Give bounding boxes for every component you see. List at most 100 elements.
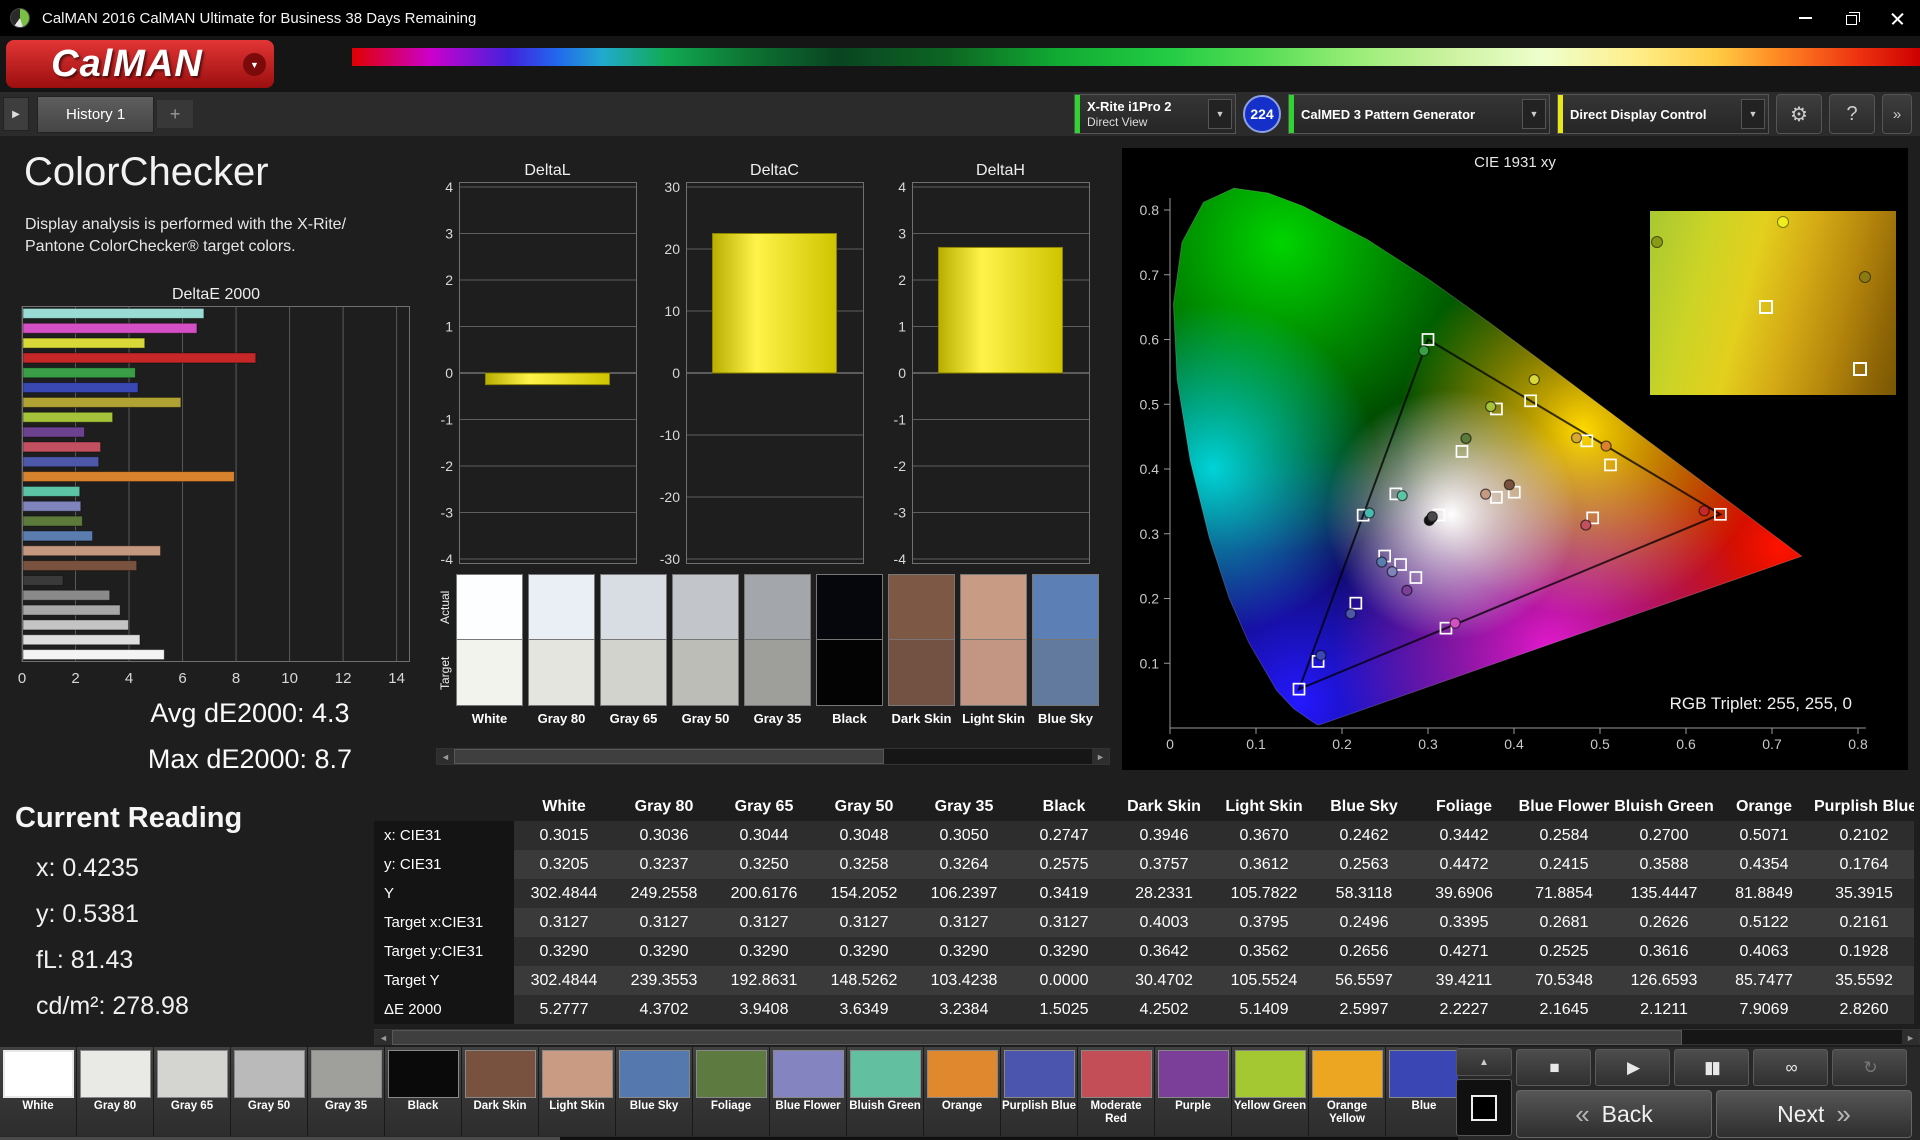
patch-orange-yellow[interactable]: Orange Yellow xyxy=(1309,1047,1386,1136)
table-cell: 4.3702 xyxy=(614,995,714,1024)
svg-text:-20: -20 xyxy=(660,489,680,505)
tab-bar: ▶ History 1 + X-Rite i1Pro 2 Direct View… xyxy=(0,92,1920,136)
patch-moderate-red[interactable]: Moderate Red xyxy=(1078,1047,1155,1136)
patch-purple[interactable]: Purple xyxy=(1155,1047,1232,1136)
patch-foliage[interactable]: Foliage xyxy=(693,1047,770,1136)
actual-swatch xyxy=(744,574,811,640)
patch-white[interactable]: White xyxy=(0,1047,77,1136)
table-cell: 154.2052 xyxy=(814,879,914,908)
settings-button[interactable]: ⚙ xyxy=(1776,94,1822,134)
table-cell: 0.1764 xyxy=(1814,850,1914,879)
display-control-selector[interactable]: Direct Display Control ▼ xyxy=(1557,94,1769,134)
table-cell: 126.6593 xyxy=(1614,966,1714,995)
table-cell: 0.3612 xyxy=(1214,850,1314,879)
close-button[interactable] xyxy=(1874,0,1920,36)
svg-text:-3: -3 xyxy=(894,505,907,521)
patch-gray-35[interactable]: Gray 35 xyxy=(308,1047,385,1136)
table-cell: 2.2227 xyxy=(1414,995,1514,1024)
chevron-down-icon[interactable]: ▼ xyxy=(1741,99,1765,129)
description-line-2: Pantone ColorChecker® target colors. xyxy=(25,238,296,255)
patch-gray-80[interactable]: Gray 80 xyxy=(77,1047,154,1136)
current-patch-button[interactable] xyxy=(1456,1079,1512,1136)
reading-fl: fL: 81.43 xyxy=(36,946,134,974)
back-chevron-icon: « xyxy=(1575,1098,1590,1129)
meter-selector[interactable]: X-Rite i1Pro 2 Direct View ▼ xyxy=(1074,94,1236,134)
add-tab-button[interactable]: + xyxy=(156,99,195,129)
logo-dropdown-icon[interactable]: ▼ xyxy=(243,53,266,76)
patch-black[interactable]: Black xyxy=(385,1047,462,1136)
table-cell: 0.2161 xyxy=(1814,908,1914,937)
table-cell: 103.4238 xyxy=(914,966,1014,995)
target-swatch xyxy=(1032,640,1099,706)
patch-light-skin[interactable]: Light Skin xyxy=(539,1047,616,1136)
svg-text:3: 3 xyxy=(898,226,906,242)
table-cell: 0.3562 xyxy=(1214,937,1314,966)
scroll-right-icon[interactable]: ► xyxy=(1902,1030,1919,1045)
svg-text:0.2: 0.2 xyxy=(1140,591,1160,607)
avg-de2000: Avg dE2000: 4.3 xyxy=(150,698,350,728)
scrollbar-thumb[interactable] xyxy=(392,1030,1682,1045)
patch-blue[interactable]: Blue xyxy=(1386,1047,1458,1136)
maximize-button[interactable] xyxy=(1828,0,1874,36)
patch-dark-skin[interactable]: Dark Skin xyxy=(462,1047,539,1136)
table-cell: 81.8849 xyxy=(1714,879,1814,908)
deltac-bar-chart: 30 20 10 0 -10 -20 -30 xyxy=(660,179,864,567)
compare-scrollbar[interactable]: ◄ ► xyxy=(436,748,1110,765)
table-row-label: Y xyxy=(374,879,514,908)
swatch-expand-button[interactable]: ▲ xyxy=(1456,1048,1512,1076)
patch-color xyxy=(1003,1050,1075,1098)
patch-yellow-green[interactable]: Yellow Green xyxy=(1232,1047,1309,1136)
gear-icon: ⚙ xyxy=(1790,103,1808,126)
patch-label: Bluish Green xyxy=(849,1100,921,1112)
refresh-button[interactable]: ↻ xyxy=(1832,1049,1907,1086)
tab-scroll-button[interactable]: ▶ xyxy=(3,97,29,131)
actual-swatch xyxy=(672,574,739,640)
calman-menu-button[interactable]: CalMAN ▼ xyxy=(6,40,274,88)
patch-gray-65[interactable]: Gray 65 xyxy=(154,1047,231,1136)
scrollbar-thumb[interactable] xyxy=(454,749,884,764)
scroll-left-icon[interactable]: ◄ xyxy=(375,1030,392,1045)
table-cell: 0.4472 xyxy=(1414,850,1514,879)
spectrum-bar xyxy=(352,48,1920,66)
chevron-down-icon[interactable]: ▼ xyxy=(1208,99,1232,129)
deltah-bar-chart: 4 3 2 1 0 -1 -2 -3 -4 xyxy=(894,179,1090,567)
loop-button[interactable]: ∞ xyxy=(1753,1049,1828,1086)
chevron-down-icon[interactable]: ▼ xyxy=(1522,99,1546,129)
tab-history-1[interactable]: History 1 xyxy=(37,95,155,133)
swatch-label: Dark Skin xyxy=(891,711,952,726)
meter-status-bar xyxy=(1075,95,1080,133)
scroll-left-icon[interactable]: ◄ xyxy=(437,749,454,764)
patch-label: Orange Yellow xyxy=(1326,1100,1368,1126)
svg-text:0.7: 0.7 xyxy=(1762,736,1782,752)
svg-text:6: 6 xyxy=(178,670,186,687)
pause-button[interactable]: ▮▮ xyxy=(1674,1049,1749,1086)
patch-label: Gray 50 xyxy=(247,1100,291,1112)
patch-gray-50[interactable]: Gray 50 xyxy=(231,1047,308,1136)
next-button[interactable]: Next » xyxy=(1716,1090,1912,1138)
stop-button[interactable]: ■ xyxy=(1516,1049,1591,1086)
actual-swatch xyxy=(888,574,955,640)
patch-bluish-green[interactable]: Bluish Green xyxy=(847,1047,924,1136)
patch-blue-sky[interactable]: Blue Sky xyxy=(616,1047,693,1136)
patch-color xyxy=(1157,1050,1229,1098)
patch-blue-flower[interactable]: Blue Flower xyxy=(770,1047,847,1136)
actual-swatch xyxy=(528,574,595,640)
help-button[interactable]: ? xyxy=(1829,94,1875,134)
table-row: x: CIE31 0.3015 0.3036 0.3044 0.3048 0.3050 0.… xyxy=(374,821,1914,850)
patch-purplish-blue[interactable]: Purplish Blue xyxy=(1001,1047,1078,1136)
minimize-button[interactable] xyxy=(1782,0,1828,36)
pattern-generator-selector[interactable]: CalMED 3 Pattern Generator ▼ xyxy=(1288,94,1550,134)
patch-orange[interactable]: Orange xyxy=(924,1047,1001,1136)
cie-chart-title: CIE 1931 xy xyxy=(1474,154,1556,171)
play-button[interactable]: ▶ xyxy=(1595,1049,1670,1086)
table-cell: 0.2584 xyxy=(1514,821,1614,850)
table-scrollbar[interactable]: ◄ ► xyxy=(374,1029,1920,1045)
scroll-right-icon[interactable]: ► xyxy=(1092,749,1109,764)
back-button[interactable]: « Back xyxy=(1516,1090,1712,1138)
next-chevron-icon: » xyxy=(1836,1098,1851,1129)
panel-toggle-button[interactable]: » xyxy=(1882,94,1912,134)
swatch-label: White xyxy=(471,711,508,726)
svg-text:0: 0 xyxy=(445,365,453,381)
add-icon: + xyxy=(169,103,181,124)
svg-text:4: 4 xyxy=(445,179,453,195)
